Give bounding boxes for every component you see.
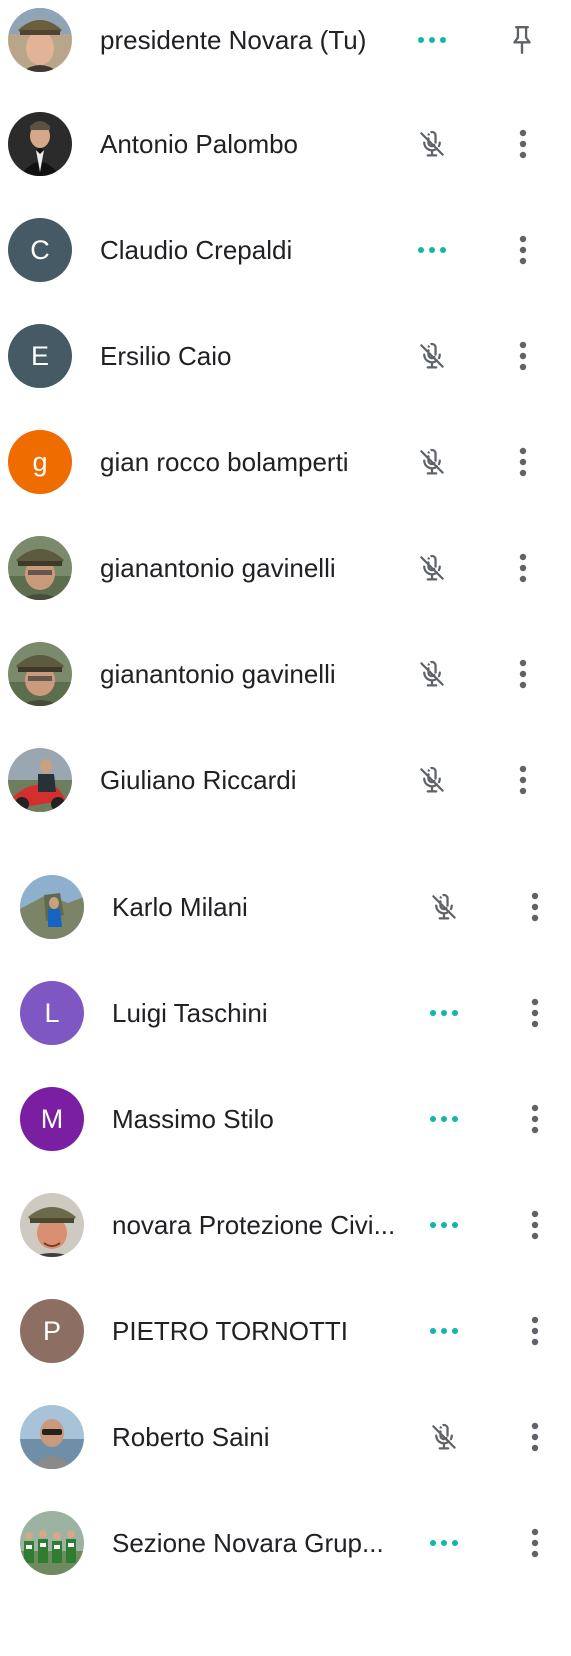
participant-row[interactable]: gianantonio gavinelli [0,528,571,608]
participant-row[interactable]: Antonio Palombo [0,104,571,184]
avatar-letter: L [20,981,84,1045]
participant-name: PIETRO TORNOTTI [112,1316,348,1346]
participant-row[interactable]: P PIETRO TORNOTTI [0,1291,571,1371]
avatar-letter: P [20,1299,84,1363]
participant-row[interactable]: novara Protezione Civi... [0,1185,571,1265]
participant-row[interactable]: C Claudio Crepaldi [0,210,571,290]
mic-off-icon [412,124,452,164]
participant-name: novara Protezione Civi... [112,1210,396,1240]
mic-off-icon [412,548,452,588]
avatar-photo [8,642,72,706]
participant-name: gianantonio gavinelli [100,659,336,689]
mic-off-icon [412,654,452,694]
participant-name: gian rocco bolamperti [100,447,349,477]
mic-off-icon [412,336,452,376]
more-vert-icon[interactable] [507,230,539,270]
participant-name: Karlo Milani [112,892,248,922]
mic-off-icon [424,887,464,927]
more-vert-icon[interactable] [519,1099,551,1139]
participant-row[interactable]: L Luigi Taschini [0,973,571,1053]
more-vert-icon[interactable] [519,1311,551,1351]
participant-name: Antonio Palombo [100,129,299,159]
participant-row[interactable]: Roberto Saini [0,1397,571,1477]
avatar-photo [20,1193,84,1257]
speaking-dots-icon [424,1523,464,1563]
more-vert-icon[interactable] [519,1417,551,1457]
mic-off-icon [424,1417,464,1457]
avatar-photo [8,536,72,600]
mic-off-icon [412,442,452,482]
participant-name: Roberto Saini [112,1422,270,1452]
participant-row[interactable]: Karlo Milani [0,867,571,947]
avatar-photo [8,112,72,176]
avatar-photo [20,875,84,939]
more-vert-icon[interactable] [507,548,539,588]
more-vert-icon[interactable] [507,336,539,376]
participant-name: gianantonio gavinelli [100,553,336,583]
avatar-photo [8,748,72,812]
more-vert-icon[interactable] [519,1523,551,1563]
avatar-letter: g [8,430,72,494]
avatar-photo [8,8,72,72]
speaking-dots-icon [424,1205,464,1245]
mic-off-icon [412,760,452,800]
pin-icon[interactable] [506,20,538,60]
avatar-photo [20,1405,84,1469]
participant-name: Ersilio Caio [100,341,232,371]
speaking-dots-icon [412,20,452,60]
avatar-letter: M [20,1087,84,1151]
participant-row[interactable]: presidente Novara (Tu) [0,0,571,80]
participant-name: Giuliano Riccardi [100,765,297,795]
participant-row[interactable]: Giuliano Riccardi [0,740,571,820]
speaking-dots-icon [424,993,464,1033]
participant-name: presidente Novara (Tu) [100,25,367,55]
speaking-dots-icon [412,230,452,270]
participant-row[interactable]: gianantonio gavinelli [0,634,571,714]
participant-row[interactable]: g gian rocco bolamperti [0,422,571,502]
avatar-letter: E [8,324,72,388]
more-vert-icon[interactable] [507,654,539,694]
participant-row[interactable]: M Massimo Stilo [0,1079,571,1159]
participant-row[interactable]: E Ersilio Caio [0,316,571,396]
speaking-dots-icon [424,1099,464,1139]
more-vert-icon[interactable] [519,993,551,1033]
more-vert-icon[interactable] [507,760,539,800]
more-vert-icon[interactable] [507,442,539,482]
participant-name: Luigi Taschini [112,998,268,1028]
participant-list: presidente Novara (Tu) Antonio Palombo C Cl… [0,0,571,1656]
participant-name: Sezione Novara Grup... [112,1528,384,1558]
participant-name: Massimo Stilo [112,1104,274,1134]
avatar-letter: C [8,218,72,282]
more-vert-icon[interactable] [519,887,551,927]
speaking-dots-icon [424,1311,464,1351]
more-vert-icon[interactable] [507,124,539,164]
avatar-photo [20,1511,84,1575]
more-vert-icon[interactable] [519,1205,551,1245]
participant-row[interactable]: Sezione Novara Grup... [0,1503,571,1583]
participant-name: Claudio Crepaldi [100,235,293,265]
